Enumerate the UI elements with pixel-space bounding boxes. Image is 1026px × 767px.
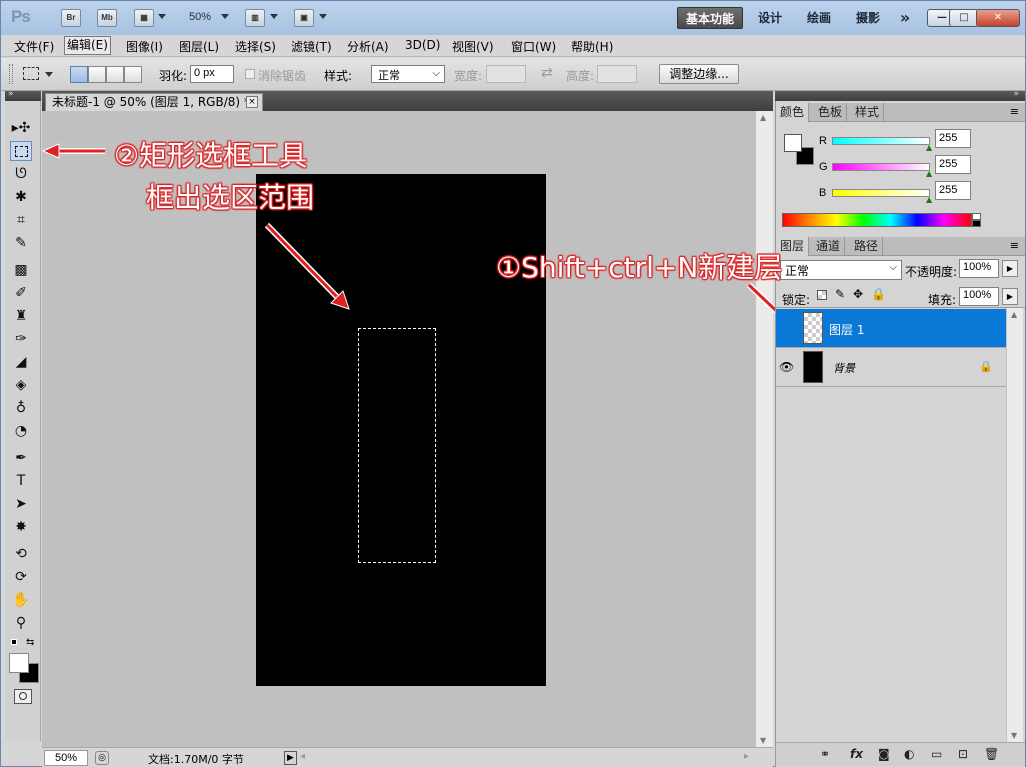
fill-input[interactable]: 100%	[959, 287, 999, 306]
layers-panel-menu-icon[interactable]: ≡	[1010, 239, 1019, 252]
layers-footer: ⚭ fx ◙ ◐ ▭ ⊡ 🗑	[776, 742, 1025, 766]
eye-icon[interactable]: 👁	[779, 360, 794, 374]
channel-b-slider[interactable]	[832, 189, 930, 197]
layer1-visibility-empty[interactable]	[780, 319, 796, 335]
right-panel-header[interactable]: »	[775, 89, 1025, 101]
background-thumbnail	[803, 351, 823, 383]
color-fg-swatch[interactable]	[784, 134, 802, 152]
channel-b-label: B	[819, 187, 827, 199]
layers-divider	[776, 307, 1025, 308]
background-lock-icon: 🔒	[979, 360, 993, 373]
opacity-input[interactable]: 100%	[959, 259, 999, 278]
layer-mask-icon[interactable]: ◙	[878, 747, 890, 761]
color-panel-tabs: 颜色 色板 样式 ≡	[776, 103, 1025, 122]
blend-chevron-down-icon: ⌵	[889, 262, 897, 273]
layer-row-background[interactable]: 👁 背景 🔒	[776, 348, 1006, 387]
adjustment-layer-icon[interactable]: ◐	[904, 747, 914, 761]
tab-paths[interactable]: 路径	[850, 237, 884, 256]
tab-channels[interactable]: 通道	[812, 237, 846, 256]
channel-g-slider[interactable]	[832, 163, 930, 171]
channel-r-handle-icon[interactable]: ▲	[926, 143, 932, 152]
layer1-name: 图层 1	[829, 323, 865, 337]
annotation-step1: ①Shift+ctrl+N新建层	[496, 251, 783, 284]
lock-transparent-icon[interactable]	[817, 290, 827, 300]
lock-all-icon[interactable]: 🔒	[871, 287, 886, 301]
lock-position-icon[interactable]: ✥	[853, 287, 863, 301]
tab-styles[interactable]: 样式	[851, 103, 885, 122]
arrow-to-selection	[264, 222, 350, 310]
layer-style-icon[interactable]: fx	[850, 747, 863, 761]
delete-layer-icon[interactable]: 🗑	[984, 747, 999, 761]
fill-label: 填充:	[928, 293, 957, 307]
fill-slider-icon[interactable]: ▶	[1002, 288, 1018, 305]
background-layer-name: 背景	[833, 362, 855, 375]
tab-color[interactable]: 颜色	[776, 103, 810, 122]
layers-scroll-up-icon[interactable]: ▲	[1011, 310, 1017, 319]
tab-swatches[interactable]: 色板	[814, 103, 848, 122]
lock-label: 锁定:	[782, 293, 811, 307]
channel-r-label: R	[819, 135, 827, 147]
blend-mode-value: 正常	[785, 264, 810, 278]
color-panel-menu-icon[interactable]: ≡	[1010, 105, 1019, 118]
new-group-icon[interactable]: ▭	[931, 747, 942, 761]
blend-mode-select[interactable]: 正常 ⌵	[780, 260, 902, 280]
annotation-step2-line1: ②矩形选框工具	[114, 139, 308, 172]
opacity-label: 不透明度:	[905, 265, 958, 279]
opacity-slider-icon[interactable]: ▶	[1002, 260, 1018, 277]
lock-pixels-icon[interactable]: ✎	[835, 287, 845, 301]
new-layer-icon[interactable]: ⊡	[958, 747, 968, 761]
channel-b-input[interactable]: 255	[935, 181, 971, 200]
annotation-step2-line2: 框出选区范围	[146, 181, 315, 214]
layer1-thumbnail	[803, 312, 823, 344]
arrow-to-marquee-tool	[41, 143, 105, 159]
layers-scrollbar[interactable]: ▲ ▼	[1006, 308, 1023, 742]
channel-r-input[interactable]: 255	[935, 129, 971, 148]
spectrum-white-swatch[interactable]	[972, 213, 981, 220]
color-spectrum-bar[interactable]	[782, 213, 972, 227]
link-layers-icon[interactable]: ⚭	[820, 747, 830, 761]
channel-g-handle-icon[interactable]: ▲	[926, 169, 932, 178]
channel-g-label: G	[819, 161, 828, 173]
layers-scroll-down-icon[interactable]: ▼	[1011, 731, 1017, 740]
channel-r-slider[interactable]	[832, 137, 930, 145]
spectrum-black-swatch[interactable]	[972, 220, 981, 227]
layer-row-layer1[interactable]: 图层 1	[776, 309, 1006, 348]
channel-b-handle-icon[interactable]: ▲	[926, 195, 932, 204]
photoshop-window: Ps Br Mb ▦ 50% ▥ ▣ 基本功能 设计 绘画 摄影 » — □ ✕…	[0, 0, 1026, 767]
expand-panels-icon[interactable]: »	[1013, 89, 1019, 99]
channel-g-input[interactable]: 255	[935, 155, 971, 174]
layers-panel-tabs: 图层 通道 路径 ≡	[776, 237, 1025, 256]
